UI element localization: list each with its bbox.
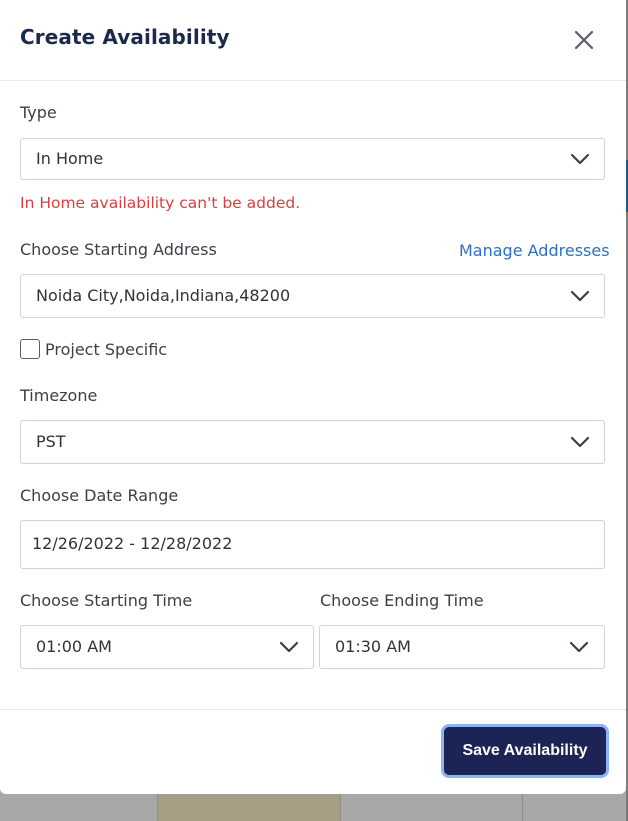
type-select[interactable]: In Home [20,138,605,180]
ending-time-label: Choose Ending Time [320,591,484,610]
chevron-down-icon [570,436,590,448]
ending-time-value: 01:30 AM [335,637,411,656]
chevron-down-icon [570,153,590,165]
starting-address-select[interactable]: Noida City,Noida,Indiana,48200 [20,274,605,318]
date-range-label: Choose Date Range [20,486,179,505]
type-error-message: In Home availability can't be added. [20,194,301,212]
close-button[interactable] [571,27,597,53]
backdrop-cell [522,794,628,821]
starting-time-select[interactable]: 01:00 AM [20,625,314,669]
starting-address-label: Choose Starting Address [20,240,217,259]
type-label: Type [20,103,57,122]
create-availability-modal: Create Availability Type In Home In Home… [0,0,626,794]
starting-time-label: Choose Starting Time [20,591,193,610]
chevron-down-icon [570,290,590,302]
timezone-select[interactable]: PST [20,420,605,464]
chevron-down-icon [569,641,589,653]
date-range-input[interactable]: 12/26/2022 - 12/28/2022 [20,520,605,569]
project-specific-checkbox[interactable] [20,339,40,359]
date-range-value: 12/26/2022 - 12/28/2022 [32,534,233,553]
footer-divider [0,709,626,710]
modal-title: Create Availability [20,25,230,49]
timezone-value: PST [36,432,66,451]
backdrop-cell [157,794,341,821]
save-availability-button[interactable]: Save Availability [444,727,606,775]
backdrop-cell [340,794,523,821]
close-icon [574,30,594,50]
starting-address-value: Noida City,Noida,Indiana,48200 [36,286,291,305]
modal-header: Create Availability [0,0,626,81]
starting-time-value: 01:00 AM [36,637,112,656]
chevron-down-icon [279,641,299,653]
manage-addresses-link[interactable]: Manage Addresses [459,241,610,260]
ending-time-select[interactable]: 01:30 AM [319,625,605,669]
type-select-value: In Home [36,149,104,168]
project-specific-label: Project Specific [45,340,168,359]
timezone-label: Timezone [20,386,98,405]
